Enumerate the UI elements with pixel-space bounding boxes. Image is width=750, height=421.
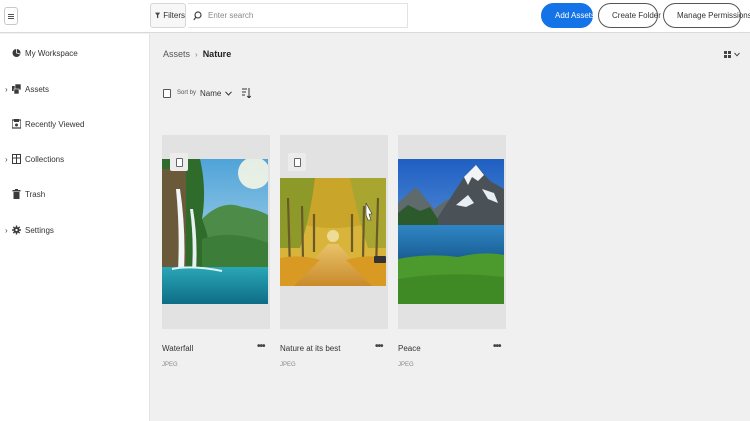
create-folder-button[interactable]: Create Folder xyxy=(598,3,661,28)
sidebar-item-my-workspace[interactable]: My Workspace xyxy=(0,43,150,63)
chevron-down-icon[interactable] xyxy=(225,90,233,96)
assets-icon xyxy=(12,84,21,94)
sidebar-item-assets[interactable]: › Assets xyxy=(0,79,150,99)
asset-type: JPEG xyxy=(162,362,178,368)
workspace-icon xyxy=(12,49,21,57)
sidebar-item-label: Settings xyxy=(25,225,54,235)
asset-title[interactable]: Nature at its best xyxy=(280,344,340,353)
hamburger-icon[interactable] xyxy=(4,7,18,25)
autumn-avenue-image xyxy=(280,178,386,286)
sidebar-item-settings[interactable]: › Settings xyxy=(0,220,150,240)
waterfall-image xyxy=(162,159,268,304)
more-options-icon[interactable]: ••• xyxy=(375,341,383,352)
sort-label: Sort by xyxy=(177,90,197,96)
filters-label: Filters xyxy=(163,11,185,20)
add-assets-label: Add Assets xyxy=(555,11,596,20)
asset-card[interactable]: Nature at its best ••• JPEG xyxy=(280,135,388,368)
sidebar-item-label: Collections xyxy=(25,154,65,164)
manage-permissions-label: Manage Permissions xyxy=(677,11,750,20)
create-folder-label: Create Folder xyxy=(612,11,661,20)
sidebar-item-collections[interactable]: › Collections xyxy=(0,149,150,169)
settings-icon xyxy=(12,225,21,235)
sort-bar: Sort by Name xyxy=(163,86,252,100)
select-all-checkbox[interactable] xyxy=(163,88,171,98)
asset-type: JPEG xyxy=(280,362,296,368)
search-input[interactable] xyxy=(208,11,388,20)
asset-title[interactable]: Waterfall xyxy=(162,344,193,353)
asset-card[interactable]: Waterfall ••• JPEG xyxy=(162,135,270,368)
more-options-icon[interactable]: ••• xyxy=(493,341,501,352)
breadcrumb-current: Nature xyxy=(202,49,232,59)
sidebar-item-label: Trash xyxy=(25,189,46,199)
breadcrumb-assets-link[interactable]: Assets xyxy=(163,49,190,59)
manage-permissions-button[interactable]: Manage Permissions xyxy=(663,3,750,28)
card-select-checkbox[interactable] xyxy=(170,153,188,171)
chevron-right-icon[interactable]: › xyxy=(5,155,8,164)
breadcrumb-separator: › xyxy=(195,49,198,59)
breadcrumb: Assets › Nature xyxy=(163,49,231,59)
sidebar-item-recently-viewed[interactable]: Recently Viewed xyxy=(0,114,150,134)
sidebar-item-trash[interactable]: Trash xyxy=(0,184,150,204)
search-box[interactable] xyxy=(188,3,408,28)
asset-type: JPEG xyxy=(398,362,414,368)
asset-title[interactable]: Peace xyxy=(398,344,421,353)
recent-icon xyxy=(12,119,21,129)
asset-thumbnail[interactable] xyxy=(398,135,506,329)
sidebar-item-label: Recently Viewed xyxy=(25,119,85,129)
chevron-right-icon[interactable]: › xyxy=(5,226,8,235)
filters-button[interactable]: Filters xyxy=(150,3,186,28)
sidebar: My Workspace › Assets Recently Viewed › … xyxy=(0,34,150,421)
view-toggle-button[interactable] xyxy=(724,48,742,61)
asset-thumbnail[interactable] xyxy=(280,135,388,329)
trash-icon xyxy=(12,189,21,199)
sort-field-dropdown[interactable]: Name xyxy=(200,89,221,98)
sort-order-icon[interactable] xyxy=(242,88,252,98)
sidebar-item-label: My Workspace xyxy=(25,48,78,58)
collections-icon xyxy=(12,154,21,164)
more-options-icon[interactable]: ••• xyxy=(257,341,265,352)
filter-icon xyxy=(155,12,161,19)
card-select-checkbox[interactable] xyxy=(288,153,306,171)
top-bar: Filters Add Assets Create Folder Manage … xyxy=(0,0,750,33)
asset-thumbnail[interactable] xyxy=(162,135,270,329)
sidebar-item-label: Assets xyxy=(25,84,50,94)
mountain-lake-image xyxy=(398,159,504,304)
chevron-right-icon[interactable]: › xyxy=(5,85,8,94)
search-icon xyxy=(193,10,202,20)
asset-card[interactable]: Peace ••• JPEG xyxy=(398,135,506,368)
grid-view-icon xyxy=(724,50,732,59)
add-assets-button[interactable]: Add Assets xyxy=(541,3,596,28)
chevron-down-icon xyxy=(734,52,740,57)
